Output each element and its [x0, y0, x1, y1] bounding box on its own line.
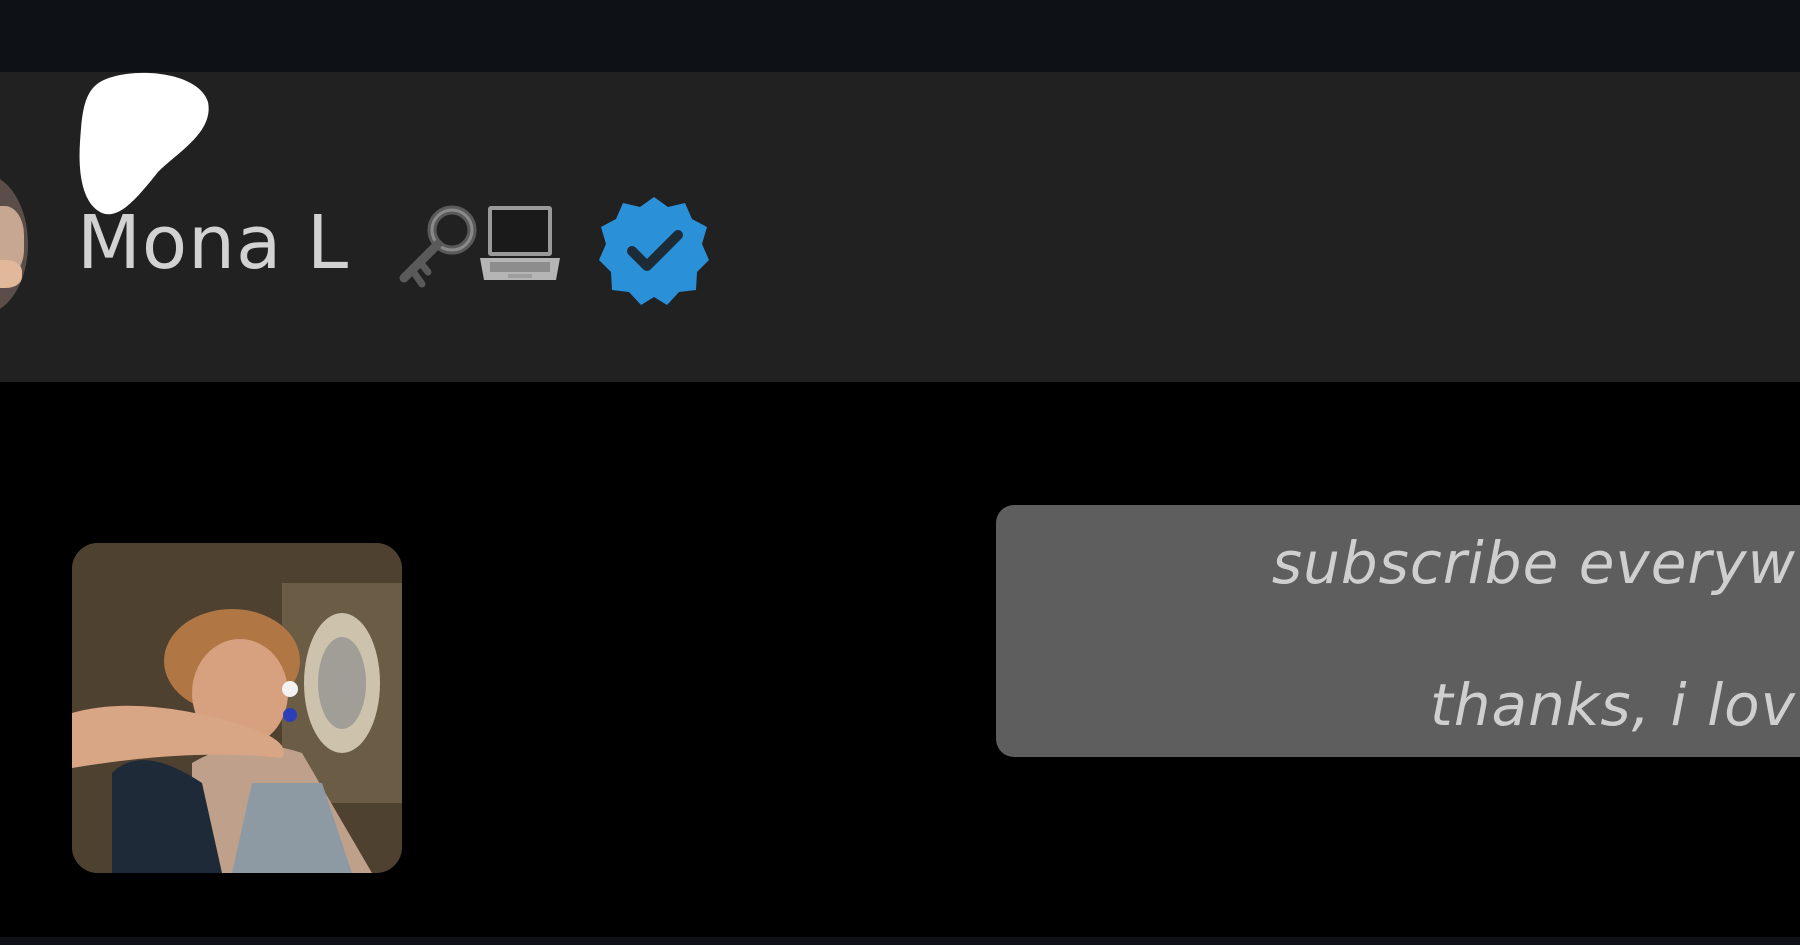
display-name: Mona L: [77, 200, 350, 286]
avatar-shoulder: [0, 260, 22, 288]
message-line: thanks, i lov: [1430, 671, 1796, 739]
top-bar: [0, 0, 1800, 72]
verified-badge-icon: [599, 197, 709, 305]
bottom-bar: [0, 937, 1800, 945]
message-bubble[interactable]: subscribe everyw thanks, i lov: [996, 505, 1800, 757]
laptop-emoji: [480, 206, 560, 280]
photo-illustration: [72, 543, 402, 873]
profile-photo[interactable]: [72, 543, 402, 873]
redaction-blob: [79, 72, 209, 215]
key-emoji: [399, 205, 477, 288]
message-line: subscribe everyw: [1271, 529, 1796, 597]
